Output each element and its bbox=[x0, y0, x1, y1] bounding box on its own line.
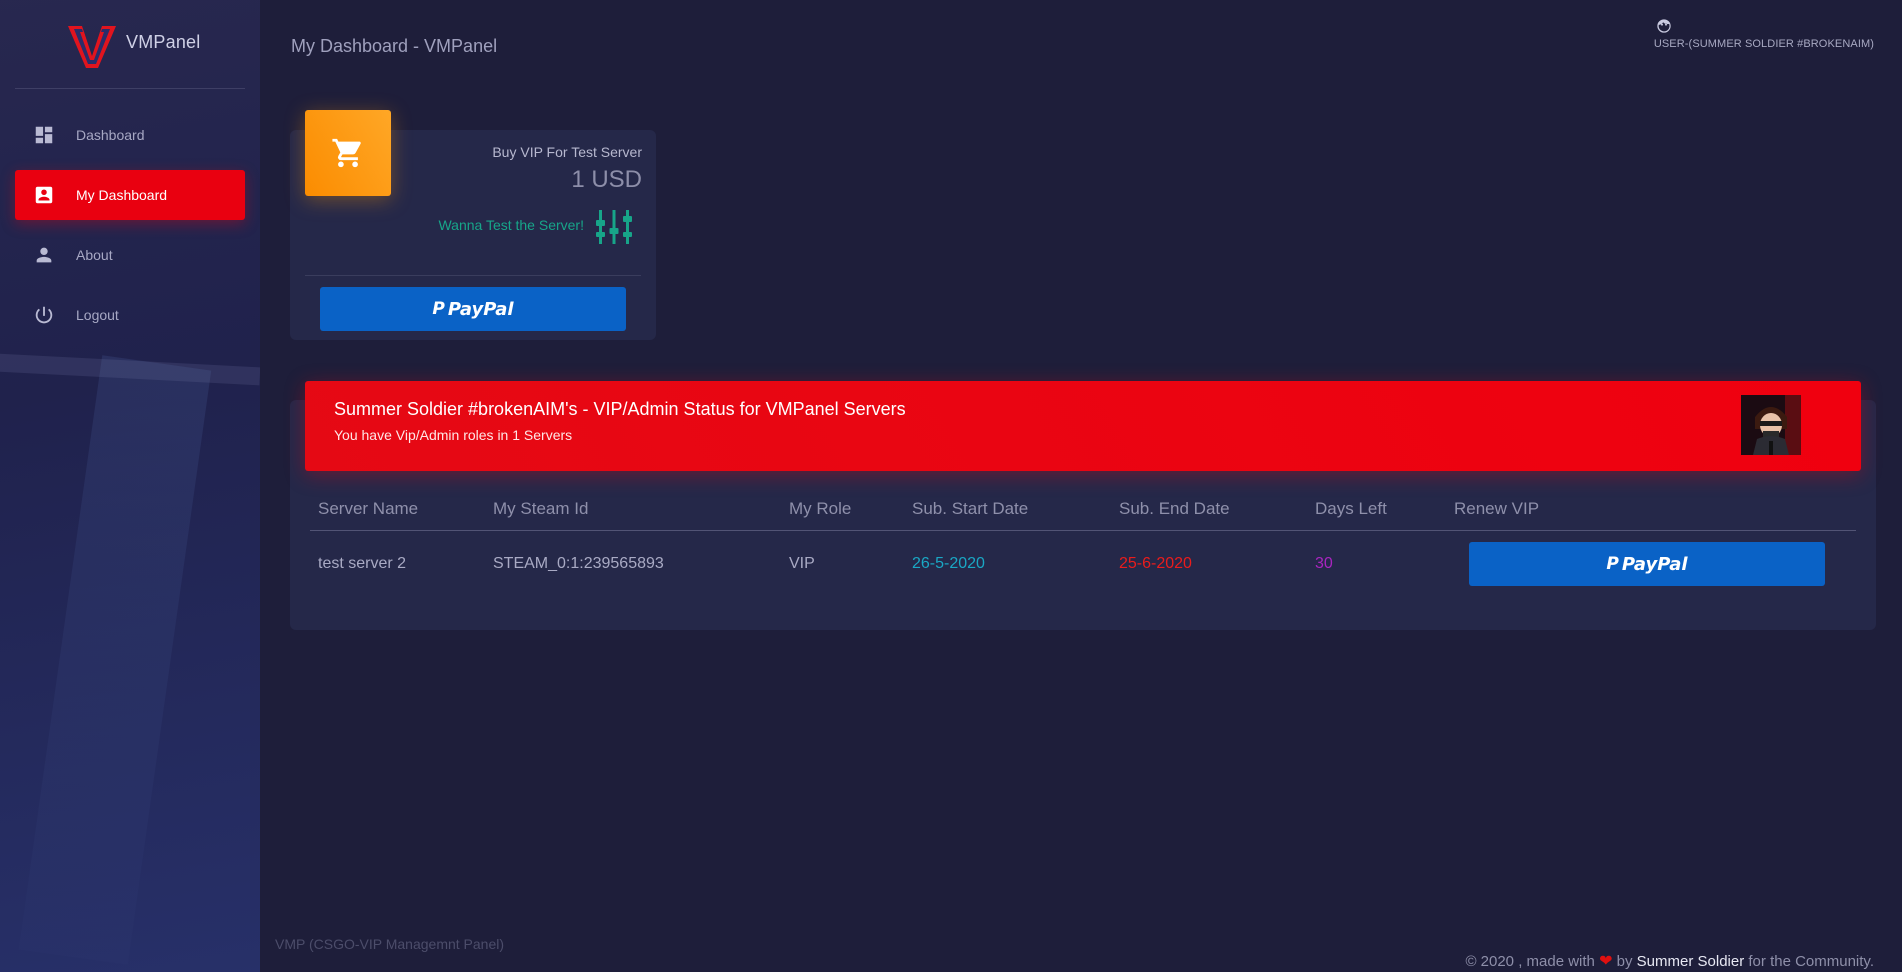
account-box-icon bbox=[33, 184, 55, 206]
sidebar-nav: Dashboard My Dashboard About Logout bbox=[15, 110, 245, 350]
footer-suffix: for the Community. bbox=[1748, 953, 1874, 970]
heart-icon: ❤ bbox=[1599, 953, 1613, 970]
avatar-image bbox=[1741, 395, 1801, 455]
status-subtitle: You have Vip/Admin roles in 1 Servers bbox=[334, 427, 573, 443]
footer-prefix: © 2020 , made with bbox=[1465, 953, 1595, 970]
steam-id: STEAM_0:1:239565893 bbox=[493, 555, 664, 573]
avatar bbox=[1741, 395, 1801, 455]
status-title: Summer Soldier #brokenAIM's - VIP/Admin … bbox=[334, 399, 906, 419]
cart-icon-box bbox=[305, 110, 391, 196]
days-left: 30 bbox=[1315, 555, 1333, 573]
power-icon bbox=[33, 304, 55, 326]
server-name: test server 2 bbox=[318, 555, 407, 573]
renew-cell: P PayPal bbox=[1454, 530, 1856, 598]
sidebar-item-dashboard[interactable]: Dashboard bbox=[15, 110, 245, 160]
app-name: VMPanel bbox=[126, 31, 201, 52]
column-header: Sub. End Date bbox=[1119, 488, 1315, 531]
table-row: test server 2 STEAM_0:1:239565893 VIP 26… bbox=[310, 530, 1856, 598]
person-icon bbox=[33, 244, 55, 266]
column-header: Renew VIP bbox=[1454, 488, 1856, 531]
dashboard-icon bbox=[33, 124, 55, 146]
vip-status-card: Summer Soldier #brokenAIM's - VIP/Admin … bbox=[290, 381, 1876, 630]
vip-divider bbox=[305, 275, 641, 276]
footer-author-link[interactable]: Summer Soldier bbox=[1637, 953, 1745, 970]
column-header: Sub. Start Date bbox=[912, 488, 1119, 531]
vmpanel-logo-icon bbox=[68, 26, 116, 68]
column-header: Days Left bbox=[1315, 488, 1454, 531]
start-date: 26-5-2020 bbox=[912, 555, 985, 573]
status-table: Server Name My Steam Id My Role Sub. Sta… bbox=[310, 488, 1856, 598]
sidebar-item-label: Logout bbox=[76, 307, 119, 323]
tune-icon bbox=[596, 210, 632, 244]
column-header: My Role bbox=[789, 488, 912, 531]
sidebar-item-label: My Dashboard bbox=[76, 187, 168, 203]
sidebar-divider bbox=[15, 88, 245, 89]
user-menu[interactable]: USER-(SUMMER SOLDIER #BROKENAIM) bbox=[1654, 18, 1874, 50]
paypal-logo-icon: P bbox=[1606, 554, 1619, 575]
cart-icon bbox=[332, 138, 361, 168]
sidebar-item-my-dashboard[interactable]: My Dashboard bbox=[15, 170, 245, 220]
footer-app-name: VMP (CSGO-VIP Managemnt Panel) bbox=[275, 936, 505, 952]
status-header: Summer Soldier #brokenAIM's - VIP/Admin … bbox=[305, 381, 1861, 471]
vip-price: 1 USD bbox=[571, 166, 642, 193]
footer-credits: © 2020 , made with ❤ by Summer Soldier f… bbox=[1465, 951, 1874, 971]
column-header: My Steam Id bbox=[493, 488, 789, 531]
app-logo[interactable]: VMPanel bbox=[66, 22, 200, 70]
sidebar-item-logout[interactable]: Logout bbox=[15, 290, 245, 340]
paypal-label: PayPal bbox=[447, 298, 514, 320]
end-date: 25-6-2020 bbox=[1119, 555, 1192, 573]
sidebar-item-label: About bbox=[76, 247, 113, 263]
user-label: USER-(SUMMER SOLDIER #BROKENAIM) bbox=[1653, 38, 1874, 50]
vip-note: Wanna Test the Server! bbox=[438, 217, 584, 233]
buy-vip-card: Buy VIP For Test Server 1 USD Wanna Test… bbox=[290, 110, 656, 340]
role: VIP bbox=[789, 555, 815, 573]
sidebar-item-about[interactable]: About bbox=[15, 230, 245, 280]
sidebar: VMPanel Dashboard My Dashboard About Log… bbox=[0, 0, 260, 972]
renew-vip-paypal-button[interactable]: P PayPal bbox=[1469, 542, 1825, 587]
buy-vip-paypal-button[interactable]: P PayPal bbox=[320, 287, 626, 331]
column-header: Server Name bbox=[310, 488, 493, 531]
footer-by: by bbox=[1616, 953, 1633, 970]
paypal-logo-icon: P bbox=[432, 299, 445, 319]
paypal-label: PayPal bbox=[1621, 553, 1688, 575]
page-title: My Dashboard - VMPanel bbox=[291, 36, 498, 56]
user-face-icon bbox=[1655, 18, 1673, 36]
table-header-row: Server Name My Steam Id My Role Sub. Sta… bbox=[310, 488, 1856, 531]
sidebar-item-label: Dashboard bbox=[76, 127, 145, 143]
vip-title: Buy VIP For Test Server bbox=[492, 144, 642, 160]
